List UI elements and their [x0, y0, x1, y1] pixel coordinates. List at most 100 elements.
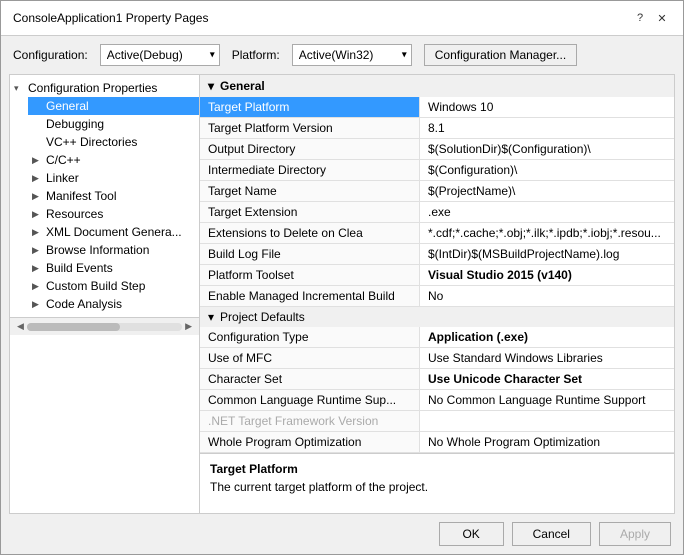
tree-item-resources[interactable]: ▶ Resources [28, 205, 199, 223]
prop-row-output-dir[interactable]: Output Directory $(SolutionDir)$(Configu… [200, 139, 674, 160]
prop-value-target-platform[interactable]: Windows 10 [420, 97, 674, 117]
config-manager-button[interactable]: Configuration Manager... [424, 44, 577, 66]
platform-label: Platform: [232, 48, 280, 62]
platform-select-wrap[interactable]: Active(Win32) [292, 44, 412, 66]
desc-title: Target Platform [210, 462, 664, 476]
tree-item-ccpp-label: C/C++ [46, 153, 81, 167]
prop-row-managed-incremental[interactable]: Enable Managed Incremental Build No [200, 286, 674, 307]
tree-root-label: Configuration Properties [28, 81, 157, 95]
tree-item-custom-build[interactable]: ▶ Custom Build Step [28, 277, 199, 295]
scroll-left-arrow[interactable]: ◀ [14, 321, 27, 332]
left-panel: ▾ Configuration Properties General Debug… [10, 75, 200, 513]
prop-value-whole-program[interactable]: No Whole Program Optimization [420, 432, 674, 452]
prop-value-target-name[interactable]: $(ProjectName)\ [420, 181, 674, 201]
close-button[interactable]: ✕ [653, 9, 671, 27]
title-bar: ConsoleApplication1 Property Pages ? ✕ [1, 1, 683, 36]
prop-value-build-log[interactable]: $(IntDir)$(MSBuildProjectName).log [420, 244, 674, 264]
left-scrollbar[interactable]: ◀ ▶ [10, 317, 199, 335]
prop-name-intermediate-dir: Intermediate Directory [200, 160, 420, 180]
general-section-label: General [220, 79, 265, 93]
apply-button[interactable]: Apply [599, 522, 671, 546]
prop-value-platform-version[interactable]: 8.1 [420, 118, 674, 138]
prop-row-charset[interactable]: Character Set Use Unicode Character Set [200, 369, 674, 390]
prop-row-target-platform[interactable]: Target Platform Windows 10 [200, 97, 674, 118]
scroll-right-arrow[interactable]: ▶ [182, 321, 195, 332]
platform-select[interactable]: Active(Win32) [292, 44, 412, 66]
scroll-track[interactable] [27, 323, 182, 331]
prop-value-managed-incremental[interactable]: No [420, 286, 674, 306]
build-events-expand-icon: ▶ [32, 263, 46, 274]
project-section-label: Project Defaults [220, 310, 305, 324]
tree-item-code-analysis-label: Code Analysis [46, 297, 122, 311]
scroll-thumb[interactable] [27, 323, 120, 331]
prop-name-managed-incremental: Enable Managed Incremental Build [200, 286, 420, 306]
prop-row-use-mfc[interactable]: Use of MFC Use Standard Windows Librarie… [200, 348, 674, 369]
tree-item-manifest-tool[interactable]: ▶ Manifest Tool [28, 187, 199, 205]
prop-row-target-ext[interactable]: Target Extension .exe [200, 202, 674, 223]
tree-item-ccpp[interactable]: ▶ C/C++ [28, 151, 199, 169]
prop-row-clr[interactable]: Common Language Runtime Sup... No Common… [200, 390, 674, 411]
prop-row-platform-toolset[interactable]: Platform Toolset Visual Studio 2015 (v14… [200, 265, 674, 286]
main-content: ▾ Configuration Properties General Debug… [9, 74, 675, 514]
prop-row-ext-delete[interactable]: Extensions to Delete on Clea *.cdf;*.cac… [200, 223, 674, 244]
custom-build-expand-icon: ▶ [32, 281, 46, 292]
tree-item-resources-label: Resources [46, 207, 103, 221]
prop-name-ext-delete: Extensions to Delete on Clea [200, 223, 420, 243]
tree-item-xml-doc-label: XML Document Genera... [46, 225, 182, 239]
prop-value-ext-delete[interactable]: *.cdf;*.cache;*.obj;*.ilk;*.ipdb;*.iobj;… [420, 223, 674, 243]
ok-button[interactable]: OK [439, 522, 504, 546]
prop-name-platform-version: Target Platform Version [200, 118, 420, 138]
tree-root-item[interactable]: ▾ Configuration Properties [10, 79, 199, 97]
prop-row-config-type[interactable]: Configuration Type Application (.exe) [200, 327, 674, 348]
config-label: Configuration: [13, 48, 88, 62]
tree-item-vc-dirs-label: VC++ Directories [46, 135, 137, 149]
tree-item-build-events-label: Build Events [46, 261, 113, 275]
prop-value-platform-toolset[interactable]: Visual Studio 2015 (v140) [420, 265, 674, 285]
cancel-button[interactable]: Cancel [512, 522, 591, 546]
tree-item-xml-doc[interactable]: ▶ XML Document Genera... [28, 223, 199, 241]
desc-text: The current target platform of the proje… [210, 480, 664, 494]
prop-row-whole-program[interactable]: Whole Program Optimization No Whole Prog… [200, 432, 674, 453]
code-analysis-expand-icon: ▶ [32, 299, 46, 310]
prop-name-charset: Character Set [200, 369, 420, 389]
prop-value-net-framework[interactable] [420, 411, 674, 431]
manifest-expand-icon: ▶ [32, 191, 46, 202]
prop-value-charset[interactable]: Use Unicode Character Set [420, 369, 674, 389]
general-section-expand: ▾ [208, 79, 214, 93]
prop-value-use-mfc[interactable]: Use Standard Windows Libraries [420, 348, 674, 368]
tree-item-debugging[interactable]: Debugging [28, 115, 199, 133]
section-project-header[interactable]: ▾ Project Defaults [200, 307, 674, 327]
tree-item-build-events[interactable]: ▶ Build Events [28, 259, 199, 277]
section-general-header[interactable]: ▾ General [200, 75, 674, 97]
tree-item-general[interactable]: General [28, 97, 199, 115]
prop-name-target-ext: Target Extension [200, 202, 420, 222]
tree-item-browse-info[interactable]: ▶ Browse Information [28, 241, 199, 259]
prop-name-clr: Common Language Runtime Sup... [200, 390, 420, 410]
prop-value-clr[interactable]: No Common Language Runtime Support [420, 390, 674, 410]
prop-row-platform-version[interactable]: Target Platform Version 8.1 [200, 118, 674, 139]
tree-item-manifest-label: Manifest Tool [46, 189, 116, 203]
xml-doc-expand-icon: ▶ [32, 227, 46, 238]
prop-row-build-log[interactable]: Build Log File $(IntDir)$(MSBuildProject… [200, 244, 674, 265]
tree-item-vc-dirs[interactable]: VC++ Directories [28, 133, 199, 151]
prop-row-intermediate-dir[interactable]: Intermediate Directory $(Configuration)\ [200, 160, 674, 181]
prop-row-target-name[interactable]: Target Name $(ProjectName)\ [200, 181, 674, 202]
prop-value-intermediate-dir[interactable]: $(Configuration)\ [420, 160, 674, 180]
prop-value-config-type[interactable]: Application (.exe) [420, 327, 674, 347]
dialog-title: ConsoleApplication1 Property Pages [13, 11, 208, 25]
bottom-bar: OK Cancel Apply [1, 514, 683, 554]
tree-item-linker[interactable]: ▶ Linker [28, 169, 199, 187]
prop-value-output-dir[interactable]: $(SolutionDir)$(Configuration)\ [420, 139, 674, 159]
prop-name-use-mfc: Use of MFC [200, 348, 420, 368]
config-select[interactable]: Active(Debug) [100, 44, 220, 66]
help-button[interactable]: ? [631, 9, 649, 27]
tree-item-browse-label: Browse Information [46, 243, 149, 257]
prop-name-config-type: Configuration Type [200, 327, 420, 347]
prop-name-build-log: Build Log File [200, 244, 420, 264]
config-select-wrap[interactable]: Active(Debug) [100, 44, 220, 66]
right-panel: ▾ General Target Platform Windows 10 Tar… [200, 75, 674, 513]
prop-value-target-ext[interactable]: .exe [420, 202, 674, 222]
tree-item-code-analysis[interactable]: ▶ Code Analysis [28, 295, 199, 313]
prop-name-output-dir: Output Directory [200, 139, 420, 159]
prop-row-net-framework[interactable]: .NET Target Framework Version [200, 411, 674, 432]
